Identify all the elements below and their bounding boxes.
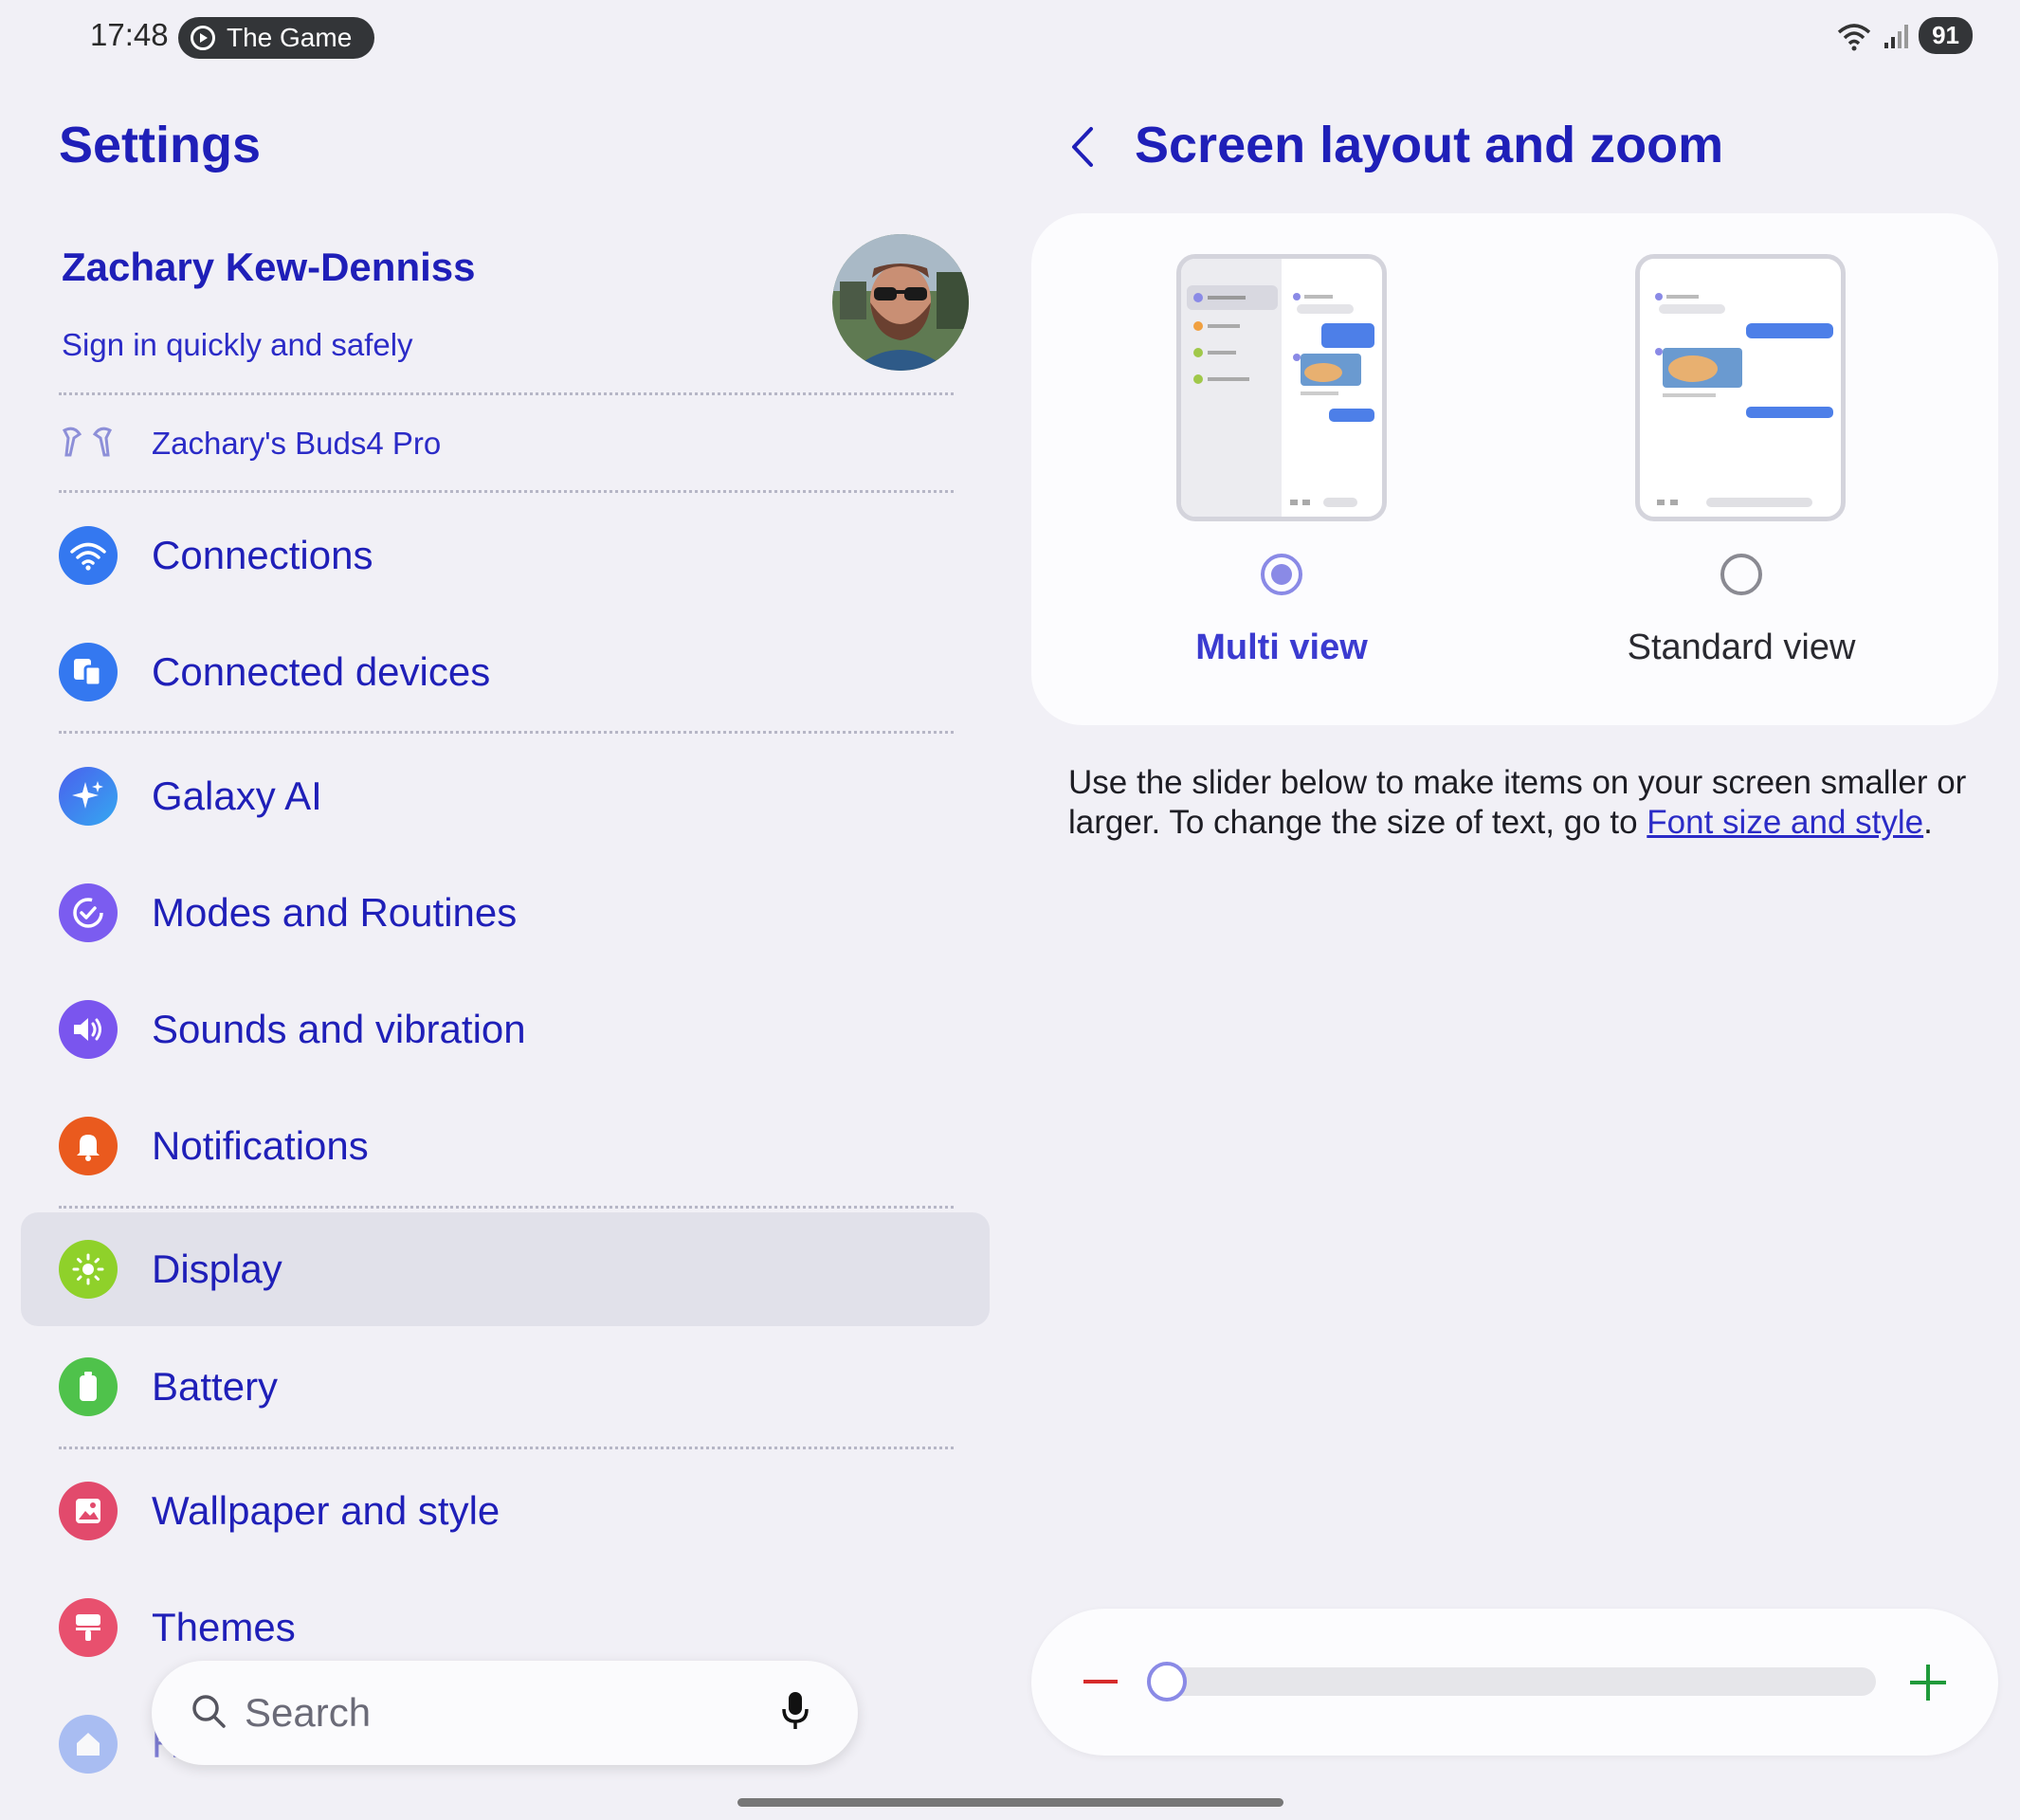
image-icon — [59, 1482, 118, 1540]
menu-label: Display — [152, 1247, 282, 1291]
zoom-out-button[interactable] — [1081, 1665, 1120, 1702]
sparkle-icon — [59, 767, 118, 826]
zoom-slider-track[interactable] — [1163, 1667, 1876, 1696]
battery-icon — [59, 1357, 118, 1416]
divider — [59, 1447, 954, 1449]
microphone-icon[interactable] — [780, 1690, 810, 1737]
media-pill[interactable]: The Game — [178, 17, 374, 59]
divider — [59, 731, 954, 734]
page-title: Screen layout and zoom — [1135, 117, 1724, 173]
menu-label: Notifications — [152, 1123, 369, 1168]
settings-title: Settings — [59, 117, 262, 173]
menu-label: Wallpaper and style — [152, 1488, 500, 1533]
devices-icon — [59, 643, 118, 701]
system-icons: 91 — [1837, 17, 1973, 54]
standard-view-preview[interactable] — [1635, 254, 1846, 521]
menu-label: Sounds and vibration — [152, 1007, 526, 1051]
menu-item-wallpaper-style[interactable]: Wallpaper and style — [21, 1454, 990, 1568]
brush-icon — [59, 1598, 118, 1657]
menu-item-modes-routines[interactable]: Modes and Routines — [21, 856, 990, 970]
multi-view-label[interactable]: Multi view — [1092, 628, 1471, 668]
search-input[interactable]: Search — [245, 1690, 780, 1736]
wifi-icon — [59, 526, 118, 585]
standard-view-label[interactable]: Standard view — [1552, 628, 1931, 668]
signal-icon — [1884, 24, 1909, 48]
speaker-icon — [59, 1000, 118, 1059]
menu-label: Modes and Routines — [152, 890, 518, 935]
description-end: . — [1923, 804, 1933, 841]
zoom-slider-thumb[interactable] — [1147, 1662, 1187, 1702]
layout-options-card: Multi view Standard view — [1031, 213, 1998, 725]
menu-item-battery[interactable]: Battery — [21, 1330, 990, 1444]
search-bar[interactable]: Search — [152, 1661, 858, 1765]
multi-view-preview[interactable] — [1176, 254, 1387, 521]
divider — [59, 392, 954, 395]
sun-icon — [59, 1240, 118, 1299]
play-icon — [191, 26, 215, 50]
home-icon — [59, 1715, 118, 1774]
divider — [59, 490, 954, 493]
zoom-in-button[interactable] — [1907, 1662, 1949, 1708]
check-circle-icon — [59, 883, 118, 942]
menu-item-galaxy-ai[interactable]: Galaxy AI — [21, 739, 990, 853]
menu-label: Themes — [152, 1605, 296, 1649]
wifi-status-icon — [1837, 23, 1871, 50]
menu-label: Connected devices — [152, 649, 491, 694]
menu-item-notifications[interactable]: Notifications — [21, 1089, 990, 1203]
menu-item-sounds-vibration[interactable]: Sounds and vibration — [21, 973, 990, 1086]
menu-item-connected-devices[interactable]: Connected devices — [21, 615, 990, 729]
earbuds-icon — [59, 427, 116, 465]
divider — [59, 1206, 954, 1209]
navigation-handle[interactable] — [737, 1798, 1283, 1807]
multi-view-radio[interactable] — [1261, 554, 1302, 595]
font-size-style-link[interactable]: Font size and style — [1647, 804, 1923, 841]
menu-label: Galaxy AI — [152, 774, 322, 818]
media-pill-label: The Game — [227, 23, 353, 52]
standard-view-radio[interactable] — [1720, 554, 1762, 595]
bell-icon — [59, 1117, 118, 1175]
account-subtitle[interactable]: Sign in quickly and safely — [62, 327, 413, 363]
status-time: 17:48 — [90, 17, 169, 52]
menu-label: Connections — [152, 533, 373, 577]
account-name[interactable]: Zachary Kew-Denniss — [62, 245, 476, 290]
menu-item-display[interactable]: Display — [21, 1212, 990, 1326]
menu-item-connections[interactable]: Connections — [21, 499, 990, 612]
search-icon — [190, 1692, 227, 1735]
back-button[interactable] — [1066, 123, 1101, 175]
avatar[interactable] — [832, 234, 969, 371]
zoom-description: Use the slider below to make items on yo… — [1068, 763, 1969, 843]
menu-label: Battery — [152, 1364, 279, 1409]
battery-level: 91 — [1919, 17, 1973, 54]
buds-device-label[interactable]: Zachary's Buds4 Pro — [152, 426, 441, 462]
